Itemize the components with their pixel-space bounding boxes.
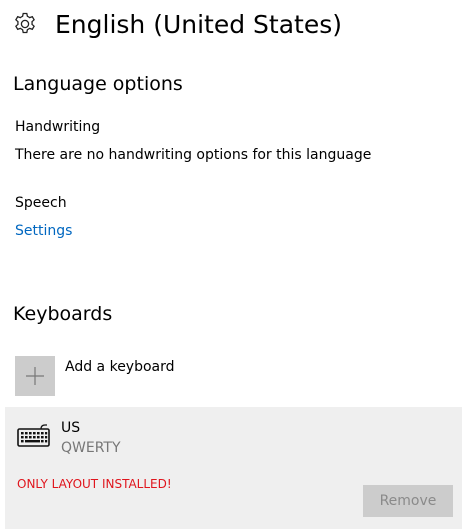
keyboards-heading: Keyboards xyxy=(13,303,113,325)
handwriting-description: There are no handwriting options for thi… xyxy=(15,147,372,163)
speech-settings-link[interactable]: Settings xyxy=(15,223,72,239)
plus-icon xyxy=(15,356,55,396)
page-header: English (United States) xyxy=(12,4,342,44)
add-keyboard-label: Add a keyboard xyxy=(65,359,175,375)
only-layout-warning: ONLY LAYOUT INSTALLED! xyxy=(17,477,172,491)
remove-button[interactable]: Remove xyxy=(363,485,453,517)
keyboard-list-item[interactable]: US QWERTY ONLY LAYOUT INSTALLED! Remove xyxy=(5,407,462,529)
keyboard-name: US xyxy=(61,420,81,436)
keyboard-layout: QWERTY xyxy=(61,440,121,456)
page-title: English (United States) xyxy=(55,9,343,39)
language-options-heading: Language options xyxy=(13,73,183,95)
add-keyboard-button[interactable]: Add a keyboard xyxy=(15,356,175,396)
gear-icon xyxy=(12,11,38,37)
handwriting-label: Handwriting xyxy=(15,119,101,135)
speech-label: Speech xyxy=(15,195,67,211)
keyboard-icon xyxy=(17,421,51,449)
